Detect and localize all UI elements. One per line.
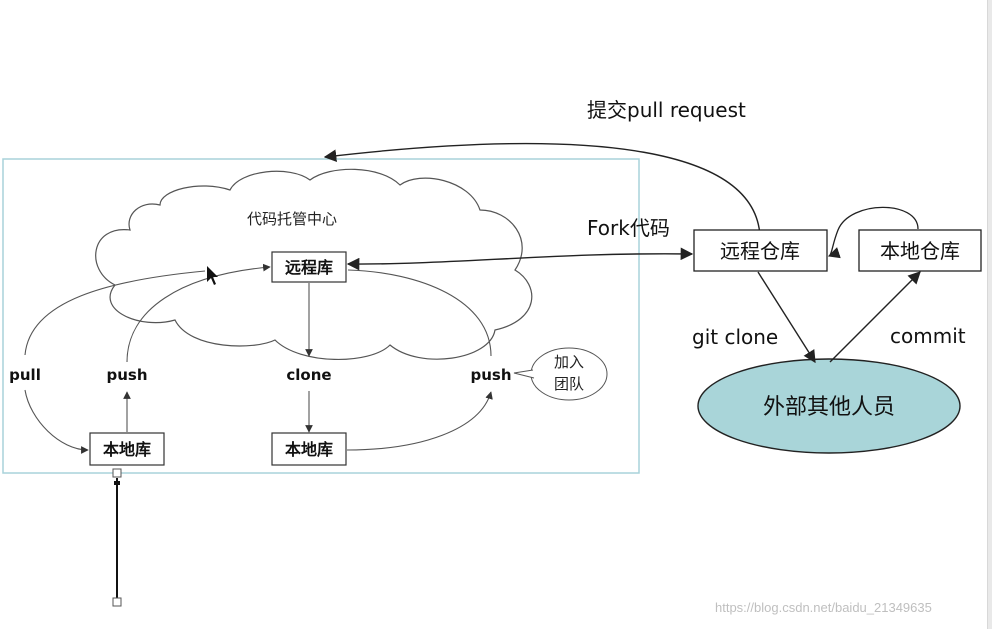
external-people-label: 外部其他人员	[763, 395, 895, 420]
remote-repository-box: 远程仓库	[693, 229, 828, 272]
local-repository-label: 本地仓库	[880, 239, 960, 263]
pull-request-arrow	[323, 142, 761, 237]
external-people-node: 外部其他人员	[697, 358, 961, 454]
remote-repository-label: 远程仓库	[720, 239, 800, 263]
pull-arrow-down	[24, 389, 89, 454]
code-hosting-frame	[2, 158, 640, 474]
local-repo-left-label: 本地库	[103, 440, 151, 459]
pull-label: pull	[9, 366, 41, 384]
cursor-icon	[207, 266, 218, 285]
fork-label: Fork代码	[587, 216, 670, 240]
remote-repo-box: 远程库	[271, 251, 347, 283]
push-left-arrow-curve	[126, 263, 271, 363]
local-repository-box: 本地仓库	[858, 229, 982, 272]
pull-arrow	[24, 270, 206, 356]
connector-handle[interactable]	[112, 468, 122, 607]
pull-request-label: 提交pull request	[587, 98, 746, 122]
commit-arrow	[829, 271, 921, 363]
clone-label: clone	[286, 366, 331, 384]
push-left-label: push	[106, 366, 147, 384]
vertical-scrollbar[interactable]	[987, 0, 992, 629]
join-team-bubble: 加入 团队	[513, 347, 608, 401]
cloud-title: 代码托管中心	[247, 210, 337, 228]
commit-label: commit	[890, 324, 966, 348]
remote-repo-label: 远程库	[285, 258, 333, 277]
local-repo-left-box: 本地库	[89, 432, 165, 466]
push-right-arrow-bottom	[346, 391, 493, 451]
watermark-text: https://blog.csdn.net/baidu_21349635	[715, 600, 932, 615]
push-right-label: push	[470, 366, 511, 384]
git-clone-label: git clone	[692, 325, 778, 349]
local-repo-center-label: 本地库	[285, 440, 333, 459]
local-repo-center-box: 本地库	[271, 432, 347, 466]
join-team-line1: 加入	[554, 353, 584, 371]
diagram-canvas: 代码托管中心 远程库 本地库 本地库 pull push clone push …	[0, 0, 992, 629]
push-right-arrow-top	[347, 269, 492, 357]
join-team-line2: 团队	[554, 375, 584, 393]
